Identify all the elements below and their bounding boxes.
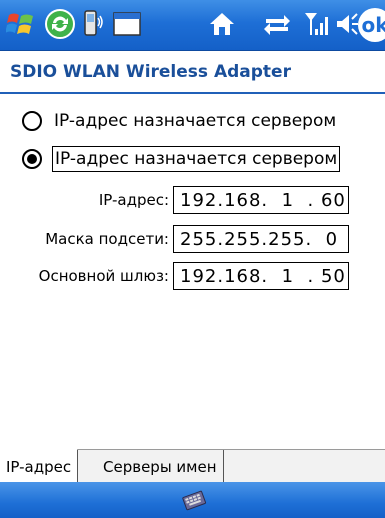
keyboard-icon[interactable]	[180, 486, 208, 514]
ip-address-label: IP-адрес:	[98, 191, 169, 209]
radio-button-selected[interactable]	[22, 149, 42, 169]
gateway-input[interactable]: 192.168. 1 . 50	[173, 262, 349, 290]
tab-name-servers[interactable]: Серверы имен	[97, 450, 224, 483]
radio-label: IP-адрес назначается сервером	[52, 146, 341, 172]
title-bar: ok	[0, 0, 385, 51]
ip-address-row: IP-адрес: 192.168. 1 . 60	[99, 186, 349, 214]
menu-bar	[0, 482, 385, 518]
subnet-mask-row: Маска подсети: 255.255.255. 0	[45, 225, 349, 253]
device-connection-icon[interactable]	[82, 9, 104, 39]
signal-strength-icon[interactable]	[303, 9, 329, 39]
tab-ip-address[interactable]: IP-адрес	[0, 449, 79, 483]
tab-strip: IP-адрес Серверы имен	[0, 449, 385, 483]
windows-start-icon[interactable]	[6, 9, 36, 39]
radio-option-specific-ip[interactable]: IP-адрес назначается сервером	[22, 146, 341, 172]
ip-address-input[interactable]: 192.168. 1 . 60	[173, 186, 349, 214]
home-icon[interactable]	[208, 10, 236, 38]
page-title: SDIO WLAN Wireless Adapter	[10, 62, 291, 82]
radio-option-server-assigned[interactable]: IP-адрес назначается сервером	[22, 109, 338, 133]
radio-button[interactable]	[22, 111, 42, 131]
gateway-label: Основной шлюз:	[38, 267, 169, 285]
radio-label: IP-адрес назначается сервером	[54, 111, 337, 131]
connectivity-icon[interactable]	[262, 10, 292, 38]
subnet-mask-label: Маска подсети:	[45, 230, 169, 248]
ok-button[interactable]: ok	[358, 8, 385, 42]
title-divider	[0, 92, 385, 94]
subnet-mask-input[interactable]: 255.255.255. 0	[173, 225, 349, 253]
volume-icon[interactable]	[333, 10, 359, 38]
gateway-row: Основной шлюз: 192.168. 1 . 50	[39, 262, 349, 290]
window-icon[interactable]	[112, 10, 142, 38]
sync-icon[interactable]	[44, 8, 76, 40]
